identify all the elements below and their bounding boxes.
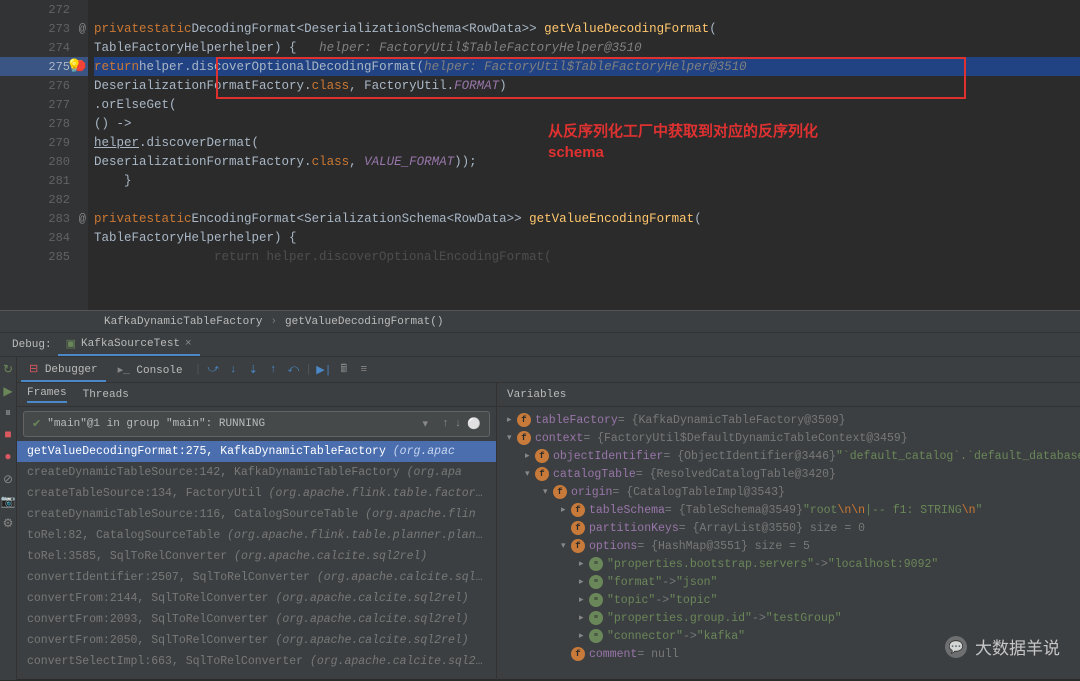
bulb-icon[interactable]: 💡: [66, 59, 82, 74]
var-row[interactable]: ▸≡"properties.bootstrap.servers" -> "loc…: [497, 555, 1080, 573]
annotation-text-1: 从反序列化工厂中获取到对应的反序列化: [548, 120, 818, 141]
var-row[interactable]: ▸ftableSchema = {TableSchema@3549} "root…: [497, 501, 1080, 519]
gutter-line[interactable]: 278: [0, 114, 88, 133]
pause-icon[interactable]: ⏸: [0, 405, 16, 421]
gutter-line[interactable]: 274: [0, 38, 88, 57]
var-row[interactable]: ▸fobjectIdentifier = {ObjectIdentifier@3…: [497, 447, 1080, 465]
stack-frame[interactable]: convertFrom:2050, SqlToRelConverter (org…: [17, 630, 496, 651]
step-into-icon[interactable]: ↓: [225, 362, 241, 378]
debug-side-tools: ↻ ▶ ⏸ ■ ● ⊘ 📷 ⚙: [0, 357, 17, 680]
gutter-line[interactable]: 284: [0, 228, 88, 247]
next-frame-icon[interactable]: ↓: [455, 418, 462, 430]
stack-frame[interactable]: createTableSource:134, FactoryUtil (org.…: [17, 483, 496, 504]
stack-frame[interactable]: getValueDecodingFormat:275, KafkaDynamic…: [17, 441, 496, 462]
debug-label: Debug:: [6, 339, 58, 351]
debug-run-tab[interactable]: ▣ KafkaSourceTest ×: [58, 334, 200, 356]
breadcrumb-method: getValueDecodingFormat(): [281, 316, 447, 328]
gutter-line[interactable]: 276: [0, 76, 88, 95]
resume-icon[interactable]: ▶: [0, 383, 16, 399]
stack-frame[interactable]: createDynamicTableSource:142, KafkaDynam…: [17, 462, 496, 483]
evaluate-icon[interactable]: 🖩: [336, 362, 352, 378]
debug-tabs: Debug: ▣ KafkaSourceTest ×: [0, 333, 1080, 357]
camera-icon[interactable]: 📷: [0, 493, 16, 509]
step-over-icon[interactable]: ⤻: [205, 362, 221, 378]
thread-selector[interactable]: ✔ "main"@1 in group "main": RUNNING ▾ ↑ …: [23, 411, 490, 437]
chevron-down-icon: ▾: [423, 417, 429, 431]
var-row[interactable]: ▾fcontext = {FactoryUtil$DefaultDynamicT…: [497, 429, 1080, 447]
code-area[interactable]: private static DecodingFormat<Deserializ…: [88, 0, 1080, 310]
gutter-line[interactable]: 283@: [0, 209, 88, 228]
variables-tab[interactable]: Variables: [497, 383, 1080, 407]
gutter-line[interactable]: 277: [0, 95, 88, 114]
breadcrumb-class: KafkaDynamicTableFactory: [100, 316, 266, 328]
stack-frame[interactable]: convertIdentifier:2507, SqlToRelConverte…: [17, 567, 496, 588]
gutter-line[interactable]: 273@: [0, 19, 88, 38]
settings-icon[interactable]: ⚙: [0, 515, 16, 531]
threads-tab[interactable]: Threads: [83, 389, 129, 401]
run-icon: ▣: [66, 337, 76, 351]
gutter-line[interactable]: 281: [0, 171, 88, 190]
rerun-icon[interactable]: ↻: [0, 361, 16, 377]
debug-toolbar: ⊟ Debugger ▸_ Console | ⤻ ↓ ⇣ ↑ ⤺ | ▶| 🖩…: [17, 357, 1080, 383]
debug-panel: Debug: ▣ KafkaSourceTest × ↻ ▶ ⏸ ■ ● ⊘ 📷…: [0, 332, 1080, 679]
stack-frame[interactable]: toRel:82, CatalogSourceTable (org.apache…: [17, 525, 496, 546]
watermark: 💬 大数据羊说: [945, 634, 1060, 659]
annotation-text-2: schema: [548, 144, 604, 161]
var-row[interactable]: ▸≡"properties.group.id" -> "testGroup": [497, 609, 1080, 627]
stack-frame[interactable]: convertFrom:2093, SqlToRelConverter (org…: [17, 609, 496, 630]
frames-panel: Frames Threads ✔ "main"@1 in group "main…: [17, 383, 497, 680]
stack-frame[interactable]: convertFrom:2144, SqlToRelConverter (org…: [17, 588, 496, 609]
breakpoints-icon[interactable]: ●: [0, 449, 16, 465]
filter-icon[interactable]: ⚪: [467, 417, 481, 431]
stack-frame[interactable]: toRel:3585, SqlToRelConverter (org.apach…: [17, 546, 496, 567]
stop-icon[interactable]: ■: [0, 427, 16, 443]
var-row[interactable]: ▾foptions = {HashMap@3551} size = 5: [497, 537, 1080, 555]
console-tab[interactable]: ▸_ Console: [110, 359, 191, 381]
mute-icon[interactable]: ⊘: [0, 471, 16, 487]
prev-frame-icon[interactable]: ↑: [442, 418, 449, 430]
debugger-tab[interactable]: ⊟ Debugger: [21, 358, 106, 382]
var-row[interactable]: fpartitionKeys = {ArrayList@3550} size =…: [497, 519, 1080, 537]
force-step-icon[interactable]: ⇣: [245, 362, 261, 378]
breadcrumb[interactable]: KafkaDynamicTableFactory › getValueDecod…: [0, 310, 1080, 332]
stack-frame[interactable]: convertSelectImpl:663, SqlToRelConverter…: [17, 651, 496, 672]
drop-frame-icon[interactable]: ⤺: [285, 362, 301, 378]
step-out-icon[interactable]: ↑: [265, 362, 281, 378]
var-row[interactable]: ▾forigin = {CatalogTableImpl@3543}: [497, 483, 1080, 501]
wechat-icon: 💬: [945, 636, 967, 658]
stack-frame[interactable]: createDynamicTableSource:116, CatalogSou…: [17, 504, 496, 525]
gutter-line[interactable]: 280: [0, 152, 88, 171]
frames-tab[interactable]: Frames: [27, 387, 67, 403]
var-row[interactable]: ▾fcatalogTable = {ResolvedCatalogTable@3…: [497, 465, 1080, 483]
chevron-right-icon: ›: [266, 316, 281, 328]
gutter-line[interactable]: 279: [0, 133, 88, 152]
run-to-cursor-icon[interactable]: ▶|: [316, 362, 332, 378]
gutter-line[interactable]: 282: [0, 190, 88, 209]
override-icon[interactable]: @: [79, 212, 86, 226]
gutter-line[interactable]: 272: [0, 0, 88, 19]
frame-list[interactable]: getValueDecodingFormat:275, KafkaDynamic…: [17, 441, 496, 680]
var-row[interactable]: ▸≡"format" -> "json": [497, 573, 1080, 591]
var-row[interactable]: ▸ftableFactory = {KafkaDynamicTableFacto…: [497, 411, 1080, 429]
editor-area: 272 273@ 274 275🛑 276 277 278 279 280 28…: [0, 0, 1080, 310]
var-row[interactable]: ▸≡"topic" -> "topic": [497, 591, 1080, 609]
override-icon[interactable]: @: [79, 22, 86, 36]
close-icon[interactable]: ×: [185, 338, 192, 350]
gutter-line[interactable]: 285: [0, 247, 88, 266]
gutter: 272 273@ 274 275🛑 276 277 278 279 280 28…: [0, 0, 88, 310]
trace-icon[interactable]: ≡: [356, 362, 372, 378]
